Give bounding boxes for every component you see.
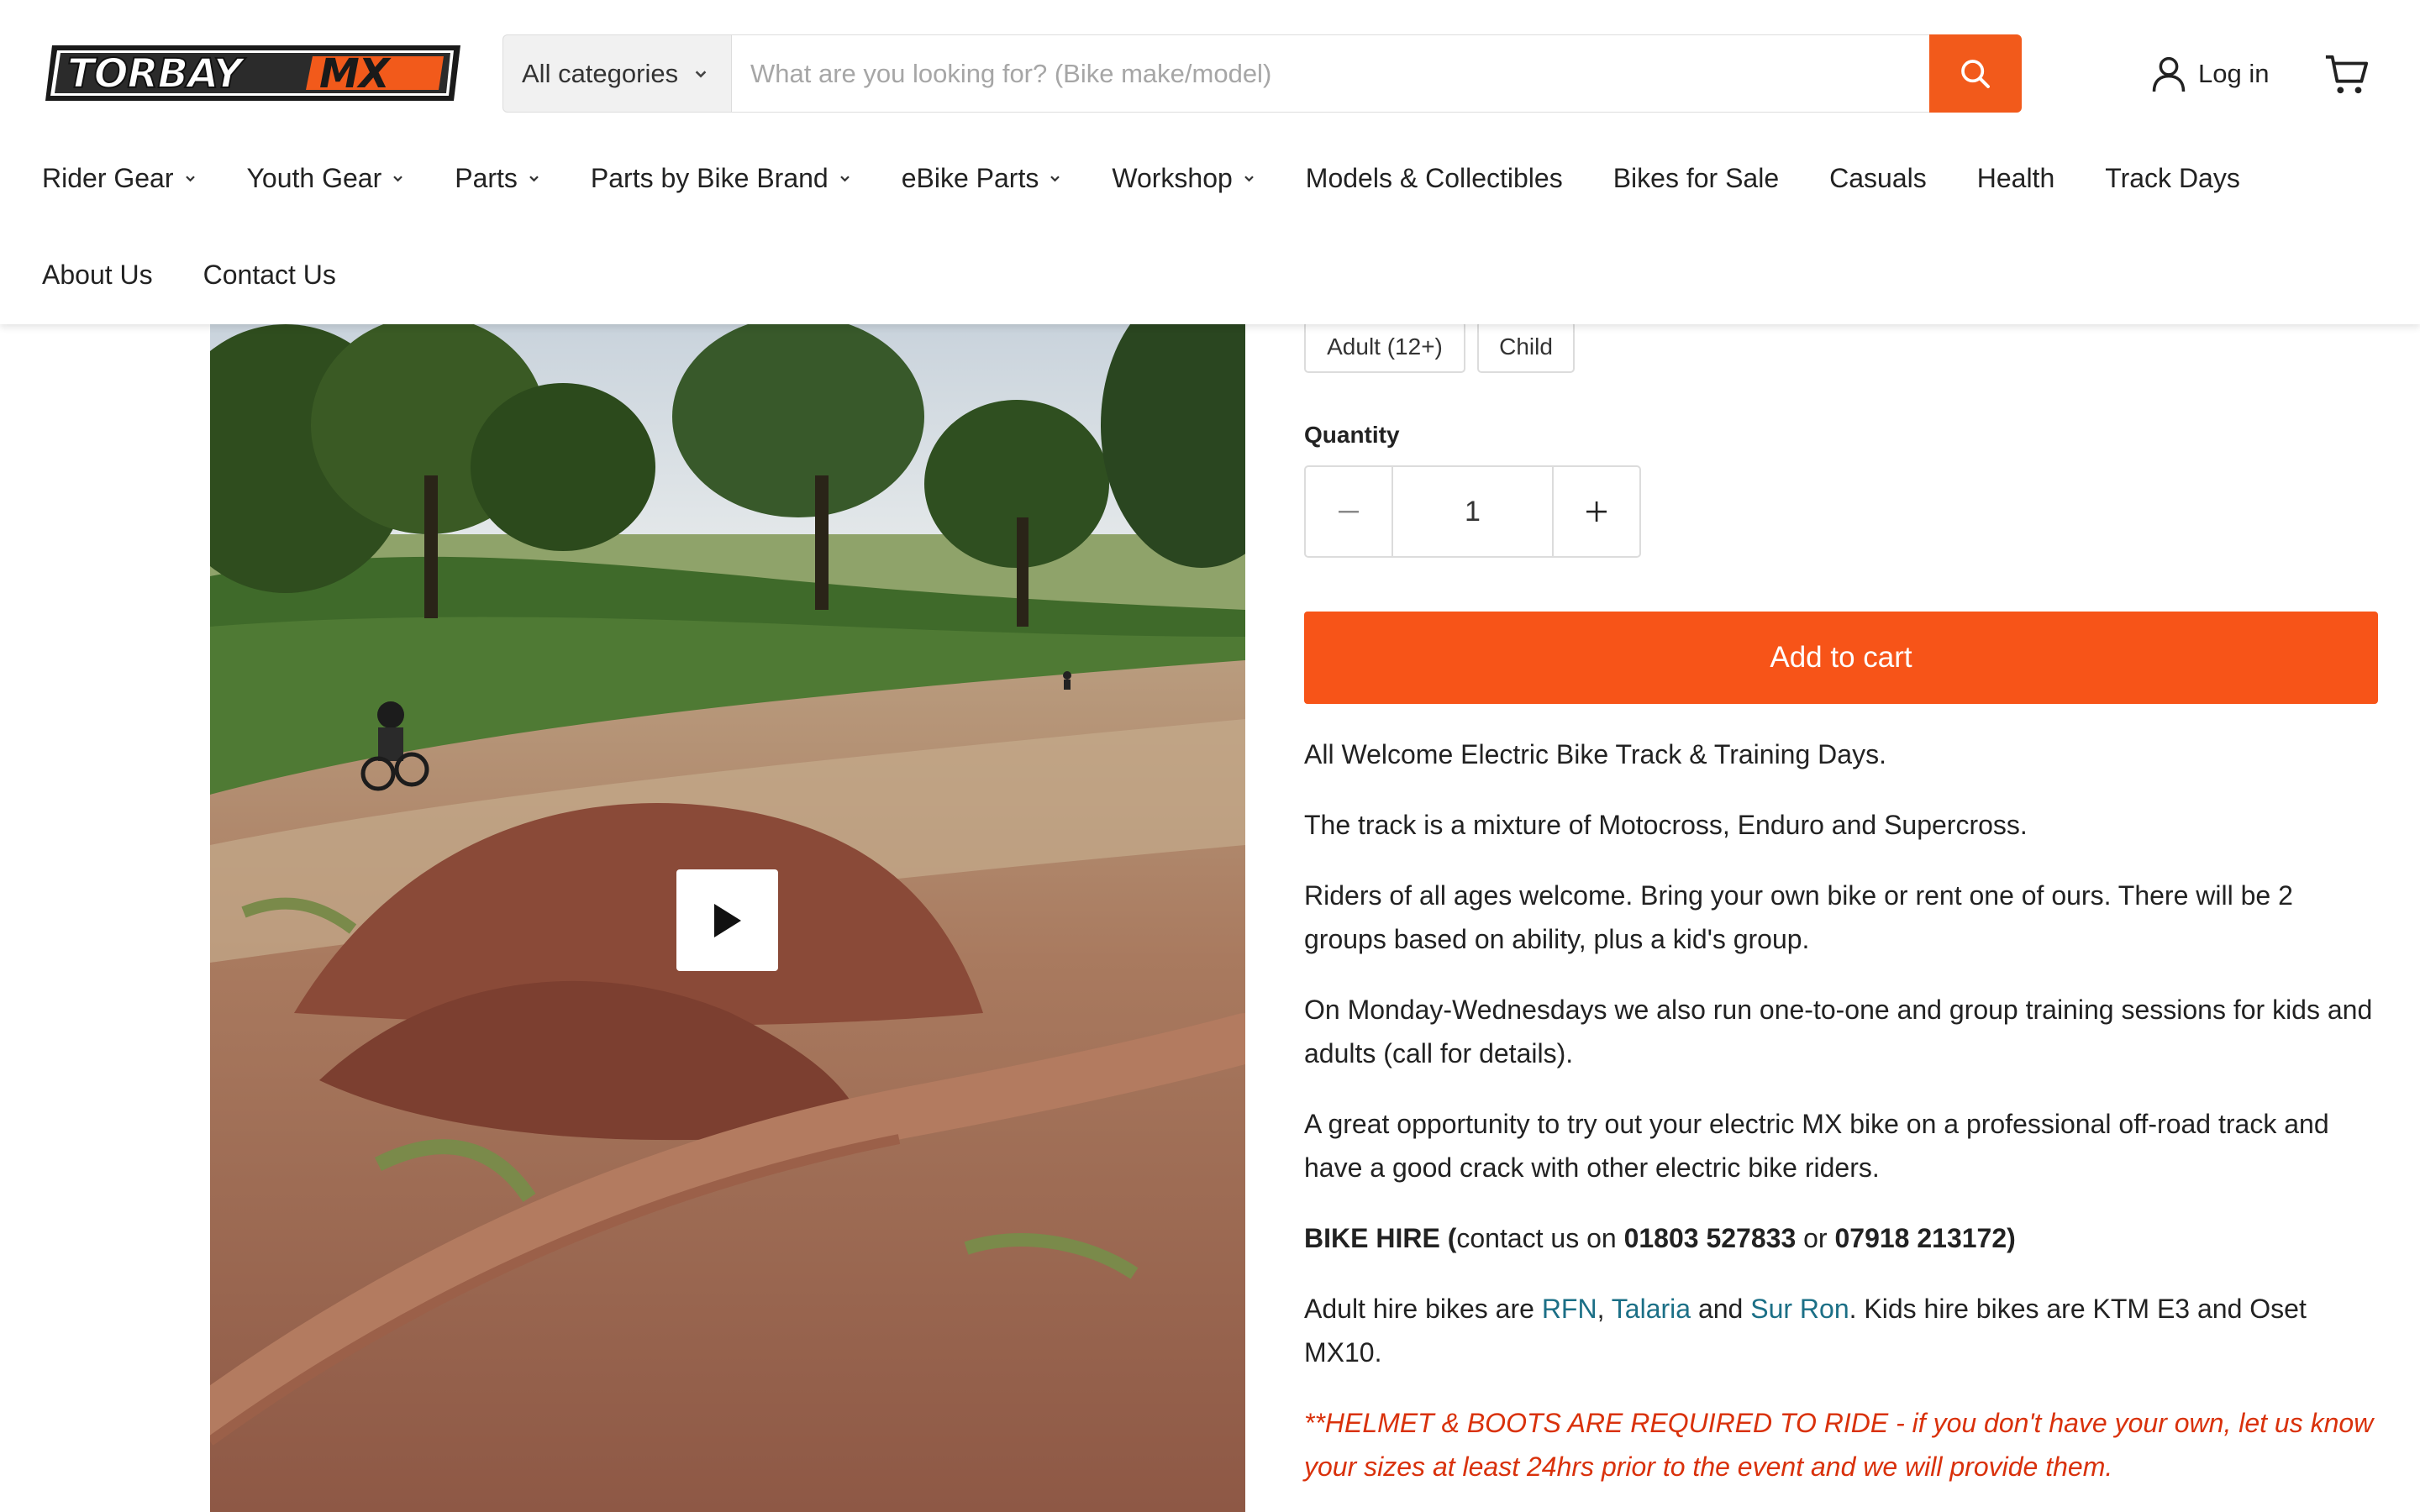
chevron-down-icon [1050,175,1060,181]
play-icon [713,903,741,937]
nav-row-secondary: About Us Contact Us [42,248,387,302]
chevron-down-icon [695,70,707,77]
nav-item-track-days[interactable]: Track Days [2105,163,2240,194]
and-text: and [1691,1294,1751,1324]
nav-item-parts-by-bike-brand[interactable]: Parts by Bike Brand [591,163,851,194]
cart-icon [2325,55,2369,94]
helmet-warning: **HELMET & BOOTS ARE REQUIRED TO RIDE - … [1304,1408,2374,1482]
user-icon [2152,56,2186,92]
quantity-increase-button[interactable] [1554,467,1639,556]
phone-number-1: 01803 527833 [1623,1223,1797,1253]
chevron-down-icon [529,175,539,181]
nav-item-about-us[interactable]: About Us [42,260,153,291]
nav-item-label: Parts [455,162,518,193]
hire-bikes-paragraph: Adult hire bikes are RFN, Talaria and Su… [1304,1287,2378,1374]
nav-item-label: Health [1976,162,2055,193]
chevron-down-icon [185,175,195,181]
product-video[interactable] [210,324,1245,1512]
nav-item-label: Parts by Bike Brand [590,162,829,193]
svg-text:TORBAY: TORBAY [67,50,246,97]
svg-text:MX: MX [319,50,392,97]
logo-graphic: TORBAY MX [45,45,460,101]
quantity-label: Quantity [1304,422,1400,448]
nav-item-contact-us[interactable]: Contact Us [203,260,336,291]
nav-item-label: Youth Gear [246,162,382,193]
nav-item-label: Contact Us [203,259,336,290]
nav-item-label: About Us [42,259,153,290]
talaria-link[interactable]: Talaria [1612,1294,1691,1324]
nav-item-ebike-parts[interactable]: eBike Parts [902,163,1062,194]
plus-icon [1586,501,1607,522]
nav-item-bikes-for-sale[interactable]: Bikes for Sale [1613,163,1779,194]
minus-icon [1339,511,1359,513]
search-button[interactable] [1929,34,2022,113]
variant-option-child[interactable]: Child [1477,321,1575,373]
phone-number-2: 07918 213172) [1834,1223,2016,1253]
sur-ron-link[interactable]: Sur Ron [1750,1294,1849,1324]
rfn-link[interactable]: RFN [1542,1294,1597,1324]
nav-item-rider-gear[interactable]: Rider Gear [42,163,197,194]
search-icon [1961,59,1990,88]
variant-option-adult[interactable]: Adult (12+) [1304,321,1465,373]
description-paragraph: Riders of all ages welcome. Bring your o… [1304,880,2293,954]
login-label: Log in [2198,59,2270,88]
cart-button[interactable] [2324,52,2370,97]
chevron-down-icon [839,175,850,181]
description-paragraph: All Welcome Electric Bike Track & Traini… [1304,739,1886,769]
description-paragraph: On Monday-Wednesdays we also run one-to-… [1304,995,2373,1068]
description-paragraph: The track is a mixture of Motocross, End… [1304,810,2028,840]
nav-item-parts[interactable]: Parts [455,163,540,194]
nav-row-primary: Rider Gear Youth Gear Parts Parts by Bik… [42,151,2378,205]
store-logo[interactable]: TORBAY MX [45,42,460,104]
nav-item-health[interactable]: Health [1977,163,2055,194]
quantity-stepper [1304,465,1641,558]
category-select[interactable]: All categories [502,34,731,113]
or-text: or [1796,1223,1835,1253]
contact-text: contact us on [1456,1223,1624,1253]
nav-item-label: Bikes for Sale [1612,162,1780,193]
chevron-down-icon [1244,175,1254,181]
bike-hire-paragraph: BIKE HIRE (contact us on 01803 527833 or… [1304,1216,2378,1260]
site-header: TORBAY MX All categories Log in [0,0,2420,324]
quantity-decrease-button[interactable] [1306,467,1392,556]
hire-bikes-prefix: Adult hire bikes are [1304,1294,1542,1324]
add-to-cart-button[interactable]: Add to cart [1304,612,2378,704]
login-link[interactable]: Log in [2151,49,2269,99]
category-select-label: All categories [522,58,679,88]
nav-item-casuals[interactable]: Casuals [1829,163,1927,194]
nav-item-workshop[interactable]: Workshop [1112,163,1255,194]
nav-item-label: eBike Parts [901,162,1039,193]
nav-item-youth-gear[interactable]: Youth Gear [247,163,405,194]
description-paragraph: A great opportunity to try out your elec… [1304,1109,2329,1183]
bike-hire-heading: BIKE HIRE ( [1304,1223,1457,1253]
quantity-input[interactable] [1392,467,1554,556]
search-bar: All categories [502,34,2022,113]
nav-item-label: Rider Gear [42,162,174,193]
main-navigation: Rider Gear Youth Gear Parts Parts by Bik… [42,151,2378,290]
comma-text: , [1597,1294,1612,1324]
nav-item-label: Track Days [2105,162,2240,193]
nav-item-models-collectibles[interactable]: Models & Collectibles [1306,163,1563,194]
chevron-down-icon [393,175,403,181]
nav-item-label: Workshop [1112,162,1233,193]
product-description: All Welcome Electric Bike Track & Traini… [1304,732,2378,1512]
search-input[interactable] [731,34,1929,113]
play-button[interactable] [676,869,778,971]
nav-item-label: Models & Collectibles [1305,162,1563,193]
nav-item-label: Casuals [1829,162,1927,193]
